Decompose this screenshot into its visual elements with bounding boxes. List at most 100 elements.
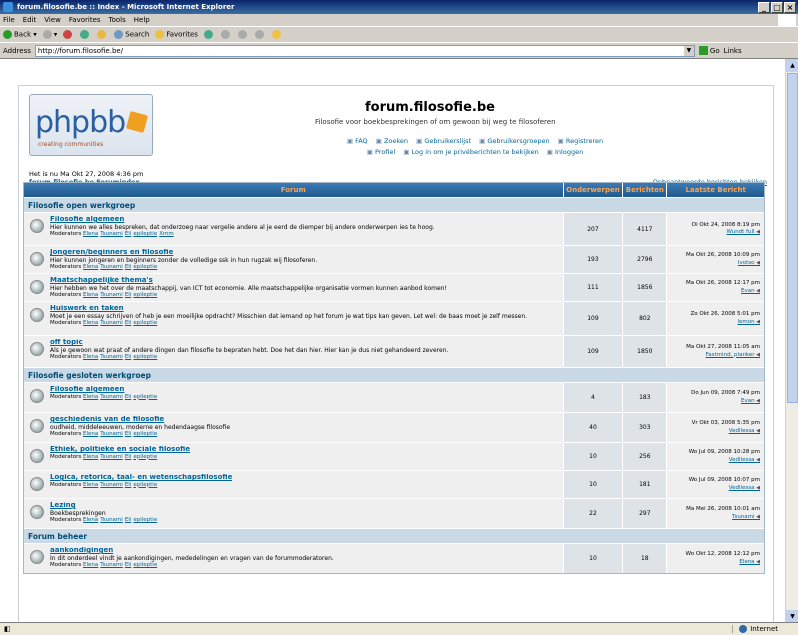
moderator-link[interactable]: Elena	[83, 264, 98, 270]
usergroups-link[interactable]: Gebruikersgroepen	[479, 137, 549, 145]
moderator-link[interactable]: epileptie	[133, 354, 157, 360]
address-input[interactable]: http://forum.filosofie.be/ ▼	[34, 44, 695, 57]
back-button[interactable]: Back ▾	[3, 30, 37, 39]
moderator-link[interactable]: Eli	[125, 394, 132, 400]
menu-edit[interactable]: Edit	[23, 16, 37, 24]
moderator-link[interactable]: Eli	[125, 264, 132, 270]
forum-name-link[interactable]: Logica, retorica, taal- en wetenschapsfi…	[50, 474, 232, 482]
close-button[interactable]: ×	[784, 1, 796, 13]
moderator-link[interactable]: epileptie	[133, 231, 157, 237]
moderator-link[interactable]: Eli	[125, 431, 132, 437]
moderator-link[interactable]: epileptie	[133, 394, 157, 400]
moderator-link[interactable]: epileptie	[133, 517, 157, 523]
last-post-user-link[interactable]: Evan	[741, 398, 760, 406]
moderator-link[interactable]: Tsunami	[100, 394, 123, 400]
home-icon[interactable]	[97, 30, 107, 39]
phpbb-logo[interactable]: phpbb creating communities	[29, 94, 153, 156]
media-icon[interactable]	[203, 30, 213, 39]
moderator-link[interactable]: Xmm	[159, 231, 173, 237]
menu-tools[interactable]: Tools	[109, 16, 126, 24]
moderator-link[interactable]: epileptie	[133, 264, 157, 270]
moderator-link[interactable]: epileptie	[133, 562, 157, 568]
last-post-user-link[interactable]: Vedllessa	[729, 485, 760, 493]
moderator-link[interactable]: Elena	[83, 354, 98, 360]
moderator-link[interactable]: Eli	[125, 292, 132, 298]
refresh-icon[interactable]	[80, 30, 90, 39]
history-icon[interactable]	[220, 30, 230, 39]
moderator-link[interactable]: Tsunami	[100, 231, 123, 237]
faq-link[interactable]: FAQ	[347, 137, 368, 145]
last-post-user-link[interactable]: Elena	[739, 559, 760, 567]
category-row[interactable]: Filosofie open werkgroep	[24, 197, 764, 212]
last-post-user-link[interactable]: Ivotso	[738, 260, 760, 268]
last-post-user-link[interactable]: Evan	[741, 288, 760, 296]
print-icon[interactable]	[254, 30, 264, 39]
login-link[interactable]: Inloggen	[547, 148, 583, 156]
last-post-user-link[interactable]: lemon	[737, 319, 760, 327]
moderator-link[interactable]: Tsunami	[100, 562, 123, 568]
moderator-link[interactable]: epileptie	[133, 482, 157, 488]
forward-button[interactable]: ▾	[42, 30, 57, 39]
moderator-link[interactable]: epileptie	[133, 431, 157, 437]
stop-icon[interactable]	[63, 30, 73, 39]
moderator-link[interactable]: Elena	[83, 517, 98, 523]
moderator-link[interactable]: Tsunami	[100, 292, 123, 298]
last-post-user-link[interactable]: Vedllessa	[729, 457, 760, 465]
moderator-link[interactable]: Elena	[83, 454, 98, 460]
private-messages-link[interactable]: Log in om je privéberichten te bekijken	[403, 148, 538, 156]
moderator-link[interactable]: Elena	[83, 320, 98, 326]
maximize-button[interactable]: □	[771, 1, 783, 13]
search-link[interactable]: Zoeken	[376, 137, 408, 145]
scrollbar-thumb[interactable]	[787, 73, 798, 403]
minimize-button[interactable]: _	[758, 1, 770, 13]
category-row[interactable]: Forum beheer	[24, 528, 764, 543]
profile-link[interactable]: Profiel	[367, 148, 395, 156]
last-post-user-link[interactable]: Vedllessa	[729, 428, 760, 436]
moderator-link[interactable]: Elena	[83, 231, 98, 237]
forum-name-link[interactable]: Maatschappelijke thema's	[50, 277, 447, 285]
moderator-link[interactable]: Elena	[83, 292, 98, 298]
menu-file[interactable]: File	[3, 16, 15, 24]
moderator-link[interactable]: Eli	[125, 517, 132, 523]
moderator-link[interactable]: Eli	[125, 482, 132, 488]
moderator-link[interactable]: Eli	[125, 562, 132, 568]
memberlist-link[interactable]: Gebruikerslijst	[416, 137, 471, 145]
forum-name-link[interactable]: geschiedenis van de filosofie	[50, 416, 230, 424]
menu-favorites[interactable]: Favorites	[69, 16, 101, 24]
moderator-link[interactable]: Elena	[83, 394, 98, 400]
moderator-link[interactable]: Tsunami	[100, 482, 123, 488]
moderator-link[interactable]: Eli	[125, 454, 132, 460]
moderator-link[interactable]: Tsunami	[100, 320, 123, 326]
links-button[interactable]: Links	[724, 47, 742, 55]
forum-name-link[interactable]: Huiswerk en taken	[50, 305, 527, 313]
moderator-link[interactable]: epileptie	[133, 454, 157, 460]
forum-name-link[interactable]: Filosofie algemeen	[50, 216, 435, 224]
search-button[interactable]: Search	[114, 30, 149, 39]
moderator-link[interactable]: Elena	[83, 562, 98, 568]
scroll-up-icon[interactable]: ▲	[786, 59, 798, 72]
moderator-link[interactable]: Eli	[125, 354, 132, 360]
moderator-link[interactable]: Elena	[83, 482, 98, 488]
moderator-link[interactable]: Tsunami	[100, 517, 123, 523]
moderator-link[interactable]: Tsunami	[100, 264, 123, 270]
last-post-user-link[interactable]: Wundt full	[726, 229, 760, 237]
favorites-button[interactable]: Favorites	[155, 30, 198, 39]
forum-name-link[interactable]: Filosofie algemeen	[50, 386, 159, 394]
address-dropdown-icon[interactable]: ▼	[683, 45, 694, 56]
forum-name-link[interactable]: aankondigingen	[50, 547, 334, 555]
forum-name-link[interactable]: Ethiek, politieke en sociale filosofie	[50, 446, 190, 454]
moderator-link[interactable]: Tsunami	[100, 354, 123, 360]
menu-help[interactable]: Help	[134, 16, 150, 24]
forum-name-link[interactable]: Lezing	[50, 502, 159, 510]
moderator-link[interactable]: Eli	[125, 231, 132, 237]
go-button[interactable]: Go	[698, 46, 720, 55]
forum-name-link[interactable]: Jongeren/beginners en filosofie	[50, 249, 317, 257]
moderator-link[interactable]: Tsunami	[100, 454, 123, 460]
vertical-scrollbar[interactable]: ▲ ▼	[785, 59, 798, 623]
moderator-link[interactable]: Tsunami	[100, 431, 123, 437]
category-row[interactable]: Filosofie gesloten werkgroep	[24, 367, 764, 382]
moderator-link[interactable]: Eli	[125, 320, 132, 326]
folder-icon[interactable]	[271, 30, 281, 39]
moderator-link[interactable]: epileptie	[133, 320, 157, 326]
last-post-user-link[interactable]: Fastmind, planker	[706, 352, 760, 360]
